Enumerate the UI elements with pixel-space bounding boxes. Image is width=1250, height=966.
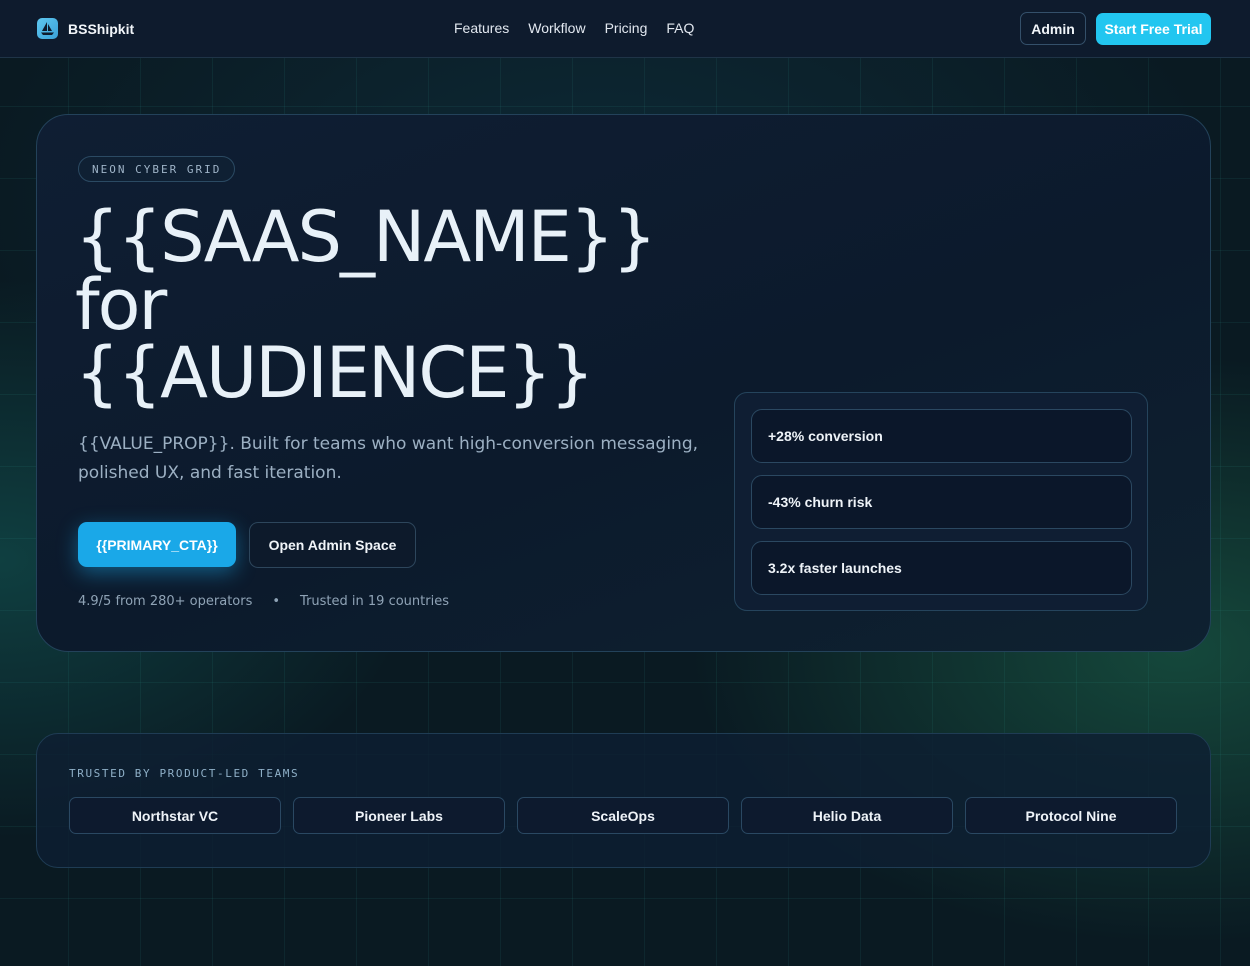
nav-links: Features Workflow Pricing FAQ (454, 20, 694, 36)
logo-row: Northstar VC Pioneer Labs ScaleOps Helio… (69, 797, 1177, 834)
sailboat-icon (37, 18, 58, 39)
open-admin-space-button[interactable]: Open Admin Space (249, 522, 416, 568)
trusted-section: TRUSTED BY PRODUCT-LED TEAMS Northstar V… (36, 733, 1211, 868)
headline-line-2: for (75, 264, 167, 346)
rating-text: 4.9/5 from 280+ operators (78, 594, 253, 609)
nav-link-faq[interactable]: FAQ (666, 20, 694, 36)
top-nav: BSShipkit Features Workflow Pricing FAQ … (0, 0, 1250, 58)
hero-headline: {{SAAS_NAME}} for {{AUDIENCE}} (75, 196, 735, 414)
hero-card: NEON CYBER GRID {{SAAS_NAME}} for {{AUDI… (36, 114, 1211, 652)
brand-name: BSShipkit (68, 20, 135, 37)
stat-card-launches: 3.2x faster launches (751, 541, 1132, 595)
trusted-title: TRUSTED BY PRODUCT-LED TEAMS (69, 767, 300, 780)
logo-northstar-vc: Northstar VC (69, 797, 281, 834)
headline-line-1: {{SAAS_NAME}} (75, 196, 657, 278)
logo-protocol-nine: Protocol Nine (965, 797, 1177, 834)
nav-link-pricing[interactable]: Pricing (605, 20, 648, 36)
countries-text: Trusted in 19 countries (300, 594, 449, 609)
headline-line-3: {{AUDIENCE}} (75, 332, 595, 414)
separator-dot: • (272, 594, 281, 609)
logo-pioneer-labs: Pioneer Labs (293, 797, 505, 834)
primary-cta-button[interactable]: {{PRIMARY_CTA}} (78, 522, 236, 567)
hero-subtext: {{VALUE_PROP}}. Built for teams who want… (78, 434, 699, 483)
stat-card-conversion: +28% conversion (751, 409, 1132, 463)
hero-badge: NEON CYBER GRID (78, 156, 236, 182)
nav-link-workflow[interactable]: Workflow (528, 20, 585, 36)
stats-panel: +28% conversion -43% churn risk 3.2x fas… (734, 392, 1148, 611)
logo-helio-data: Helio Data (741, 797, 953, 834)
social-proof: 4.9/5 from 280+ operators • Trusted in 1… (78, 594, 449, 609)
start-free-trial-button[interactable]: Start Free Trial (1096, 13, 1211, 45)
admin-button[interactable]: Admin (1020, 12, 1086, 45)
nav-link-features[interactable]: Features (454, 20, 509, 36)
brand[interactable]: BSShipkit (37, 18, 134, 39)
stat-card-churn: -43% churn risk (751, 475, 1132, 529)
logo-scaleops: ScaleOps (517, 797, 729, 834)
